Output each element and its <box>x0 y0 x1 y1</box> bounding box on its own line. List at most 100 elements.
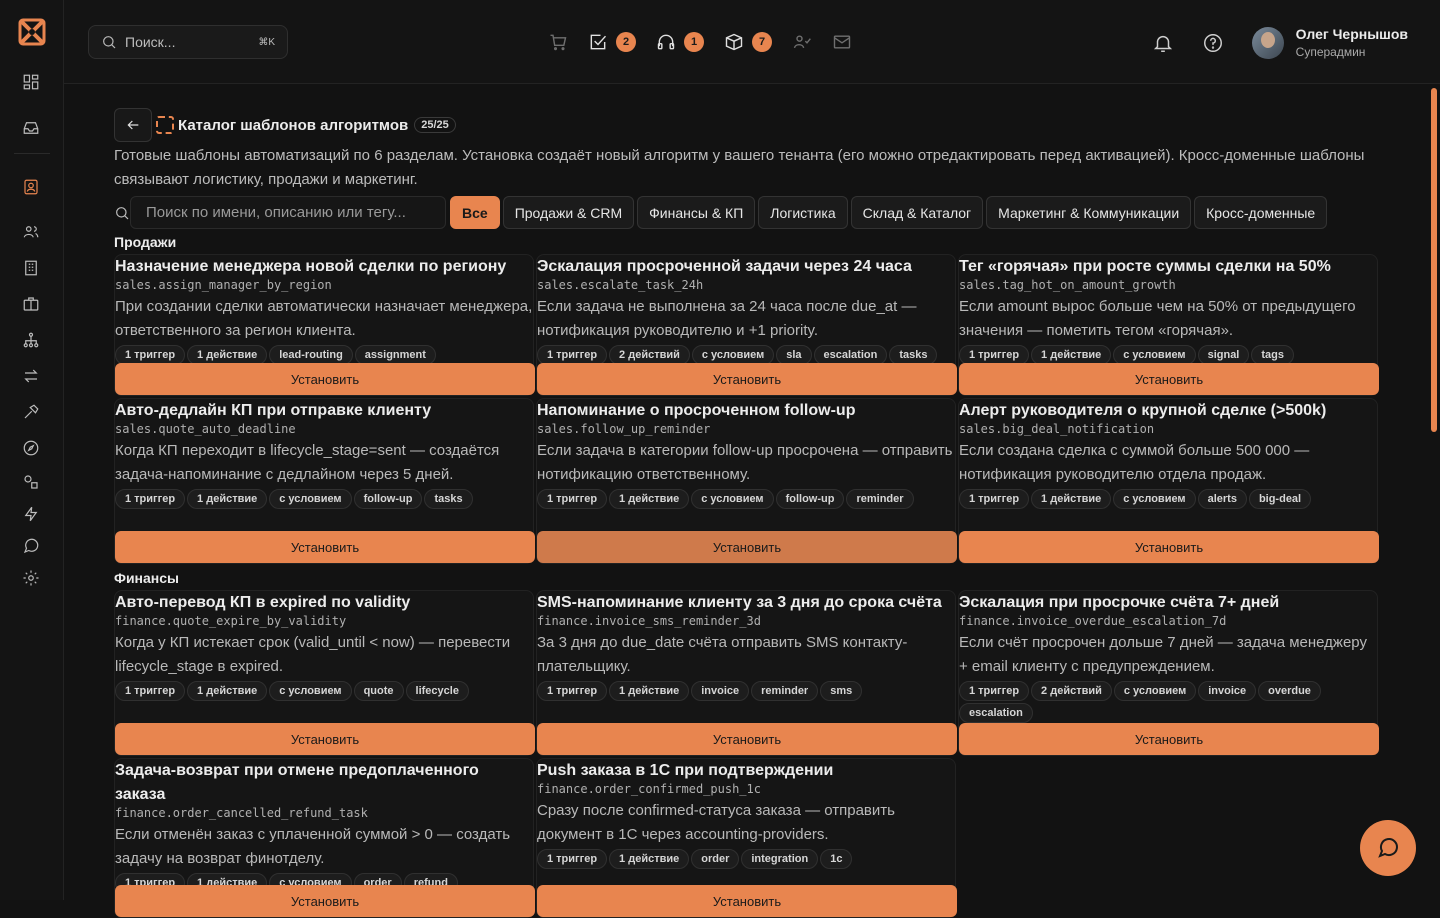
template-tag: tasks <box>889 345 938 365</box>
install-button[interactable]: Установить <box>537 363 957 395</box>
install-button[interactable]: Установить <box>959 531 1379 563</box>
template-code: sales.escalate_task_24h <box>537 278 704 292</box>
template-tag: invoice <box>1198 681 1257 701</box>
packages-button[interactable]: 7 <box>724 32 772 52</box>
filter-bar: Поиск по имени, описанию или тегу... Все… <box>114 196 1380 229</box>
template-card: Алерт руководителя о крупной сделке (>50… <box>958 398 1379 564</box>
template-tag: quote <box>353 681 404 701</box>
lightning-icon[interactable] <box>20 503 42 525</box>
notifications-button[interactable] <box>1152 32 1174 54</box>
template-tag: с условием <box>269 681 352 701</box>
user-check-icon <box>793 35 811 49</box>
template-tag: 1 триггер <box>537 345 608 365</box>
user-check-button[interactable] <box>792 32 812 52</box>
template-tag: 1 триггер <box>959 681 1030 701</box>
help-button[interactable] <box>1202 32 1224 54</box>
template-tag: big-deal <box>1248 489 1312 509</box>
chat-icon[interactable] <box>20 535 42 557</box>
install-button[interactable]: Установить <box>115 885 535 917</box>
filter-chip[interactable]: Маркетинг & Коммуникации <box>986 196 1192 229</box>
search-icon <box>116 206 129 219</box>
filter-chip[interactable]: Продажи & CRM <box>502 196 635 229</box>
template-tag: 1 действие <box>609 681 690 701</box>
template-description: Если задача в категории follow-up просро… <box>537 442 953 483</box>
briefcase-icon[interactable] <box>20 293 42 315</box>
template-tag: с условием <box>1113 345 1196 365</box>
template-code: sales.big_deal_notification <box>959 422 1155 436</box>
template-description: Если счёт просрочен дольше 7 дней — зада… <box>959 634 1367 675</box>
filter-chip[interactable]: Финансы & КП <box>637 196 756 229</box>
template-tag: 1 действие <box>1031 345 1112 365</box>
scrollbar-thumb[interactable] <box>1431 88 1437 432</box>
filter-chip[interactable]: Склад & Каталог <box>850 196 984 229</box>
install-button[interactable]: Установить <box>537 885 957 917</box>
template-title: Напоминание о просроченном follow-up <box>537 402 856 419</box>
chat-fab-button[interactable] <box>1360 820 1416 876</box>
filter-chip[interactable]: Кросс-доменные <box>1194 196 1328 229</box>
section-title: Продажи & CRM <box>114 234 177 270</box>
user-role: Суперадмин <box>1295 45 1366 59</box>
avatar[interactable] <box>1251 26 1284 59</box>
template-tag: 1 триггер <box>537 849 608 869</box>
back-button[interactable] <box>114 108 152 142</box>
building-icon[interactable] <box>20 257 42 279</box>
template-tag: 2 действий <box>1031 681 1112 701</box>
transfer-icon[interactable] <box>20 365 42 387</box>
mail-icon <box>833 35 851 49</box>
cart-button[interactable] <box>548 32 568 52</box>
template-search[interactable]: Поиск по имени, описанию или тегу... <box>114 196 448 229</box>
template-code: finance.order_cancelled_refund_task <box>115 806 368 820</box>
template-tag: tags <box>1251 345 1294 365</box>
sidebar <box>0 0 64 900</box>
dashboard-icon[interactable] <box>20 71 42 93</box>
users-icon[interactable] <box>20 221 42 243</box>
install-button[interactable]: Установить <box>537 723 957 755</box>
app-logo-icon[interactable] <box>18 18 46 46</box>
template-tags: 1 триггер 1 действие с условием quote lifecy… <box>115 681 533 703</box>
install-button[interactable]: Установить <box>537 531 957 563</box>
template-title: Назначение менеджера новой сделки по рег… <box>115 258 507 275</box>
template-tag: invoice <box>691 681 750 701</box>
install-button[interactable]: Установить <box>115 363 535 395</box>
settings-gear-icon[interactable] <box>20 567 42 589</box>
compass-icon[interactable] <box>20 437 42 459</box>
template-search-input[interactable]: Поиск по имени, описанию или тегу... <box>130 196 446 229</box>
template-tag: lifecycle <box>405 681 469 701</box>
template-card: SMS-напоминание клиенту за 3 дня до срок… <box>536 590 957 756</box>
filter-chip[interactable]: Все <box>450 196 500 229</box>
tasks-button[interactable]: 2 <box>588 32 636 52</box>
topbar-right: Олег Чернышов Суперадмин <box>1124 26 1408 59</box>
template-code: sales.tag_hot_on_amount_growth <box>959 278 1176 292</box>
template-tags: 1 триггер 1 действие с условием follow-up ta… <box>115 489 533 511</box>
install-button[interactable]: Установить <box>115 531 535 563</box>
user-menu[interactable]: Олег Чернышов Суперадмин <box>1296 26 1408 59</box>
inbox-icon[interactable] <box>20 117 42 139</box>
contacts-icon[interactable] <box>20 176 42 198</box>
template-tags: 1 триггер 2 действий с условием invoice over… <box>959 681 1377 725</box>
global-search[interactable]: Поиск... ⌘K <box>88 25 288 59</box>
filter-chip[interactable]: Логистика <box>758 196 848 229</box>
template-tag: tasks <box>424 489 473 509</box>
template-card: Push заказа в 1С при подтверждении financ… <box>536 758 957 918</box>
hammer-icon[interactable] <box>20 401 42 423</box>
template-tag: sla <box>776 345 812 365</box>
bell-icon <box>1153 35 1172 52</box>
template-description: Если создана сделка с суммой больше 500 … <box>959 442 1310 483</box>
support-button[interactable]: 1 <box>656 32 704 52</box>
install-button[interactable]: Установить <box>959 363 1379 395</box>
template-tag: follow-up <box>775 489 845 509</box>
packages-badge: 7 <box>752 32 772 52</box>
hierarchy-icon[interactable] <box>20 329 42 351</box>
template-card: Авто-перевод КП в expired по validity fin… <box>114 590 535 756</box>
main-content: Каталог шаблонов алгоритмов 25/25 Готовы… <box>114 108 1380 918</box>
mail-button[interactable] <box>832 32 852 52</box>
install-button[interactable]: Установить <box>115 723 535 755</box>
template-code: finance.order_confirmed_push_1c <box>537 782 761 796</box>
template-tag: escalation <box>813 345 888 365</box>
page-scrollbar[interactable] <box>1424 84 1440 900</box>
package-icon <box>725 33 743 51</box>
shapes-icon[interactable] <box>20 471 42 493</box>
template-tag: с условием <box>1113 489 1196 509</box>
install-button[interactable]: Установить <box>959 723 1379 755</box>
search-icon <box>103 36 116 49</box>
